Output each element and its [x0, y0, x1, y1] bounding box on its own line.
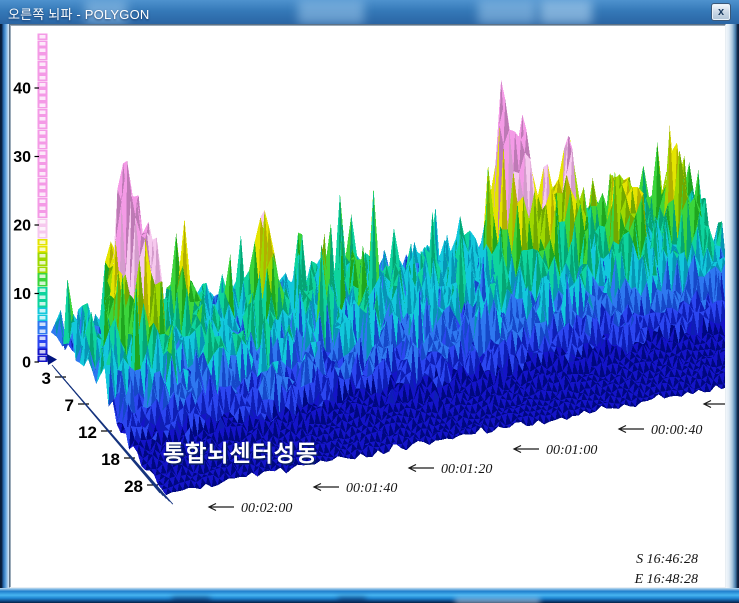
- titlebar-glass-highlight: [298, 0, 364, 24]
- window-title: 오른쪽 뇌파 - POLYGON: [8, 4, 150, 23]
- svg-text:12: 12: [78, 423, 97, 442]
- close-icon: x: [718, 6, 724, 18]
- svg-text:7: 7: [65, 396, 74, 415]
- surface-mesh: [51, 80, 725, 496]
- frame-glass-reflection: [172, 597, 210, 603]
- svg-text:40: 40: [13, 81, 31, 98]
- svg-text:30: 30: [13, 149, 31, 166]
- titlebar: 오른쪽 뇌파 - POLYGON: [0, 0, 739, 24]
- watermark: 통합뇌센터성동: [163, 440, 318, 466]
- frame-glass-reflection: [338, 597, 366, 603]
- session-end-time: E 16:48:28: [634, 572, 698, 587]
- window-frame-right: [726, 24, 739, 588]
- svg-text:18: 18: [101, 450, 120, 469]
- window-frame-bottom: [0, 588, 739, 603]
- close-button[interactable]: x: [711, 3, 731, 21]
- titlebar-glass-highlight: [540, 0, 592, 24]
- svg-text:10: 10: [13, 286, 31, 303]
- spectrum-plot: 010203040 37121828 00:02:0000:01:4000:01…: [10, 25, 725, 587]
- plot-client-area: 010203040 37121828 00:02:0000:01:4000:01…: [9, 24, 726, 588]
- svg-text:20: 20: [13, 218, 31, 235]
- window-frame-left: [0, 24, 9, 588]
- origin-marker-icon: [47, 354, 57, 365]
- color-scale-bar: [39, 34, 47, 361]
- session-start-time: S 16:46:28: [636, 552, 698, 567]
- svg-text:3: 3: [42, 369, 51, 388]
- amplitude-axis: 0 10 20 30 40: [13, 81, 39, 372]
- svg-text:28: 28: [124, 477, 143, 496]
- application-window: 오른쪽 뇌파 - POLYGON x 010203040 37121828 00…: [0, 0, 739, 603]
- titlebar-glass-highlight: [478, 0, 536, 24]
- frame-glass-reflection: [455, 598, 540, 603]
- svg-text:0: 0: [22, 355, 31, 372]
